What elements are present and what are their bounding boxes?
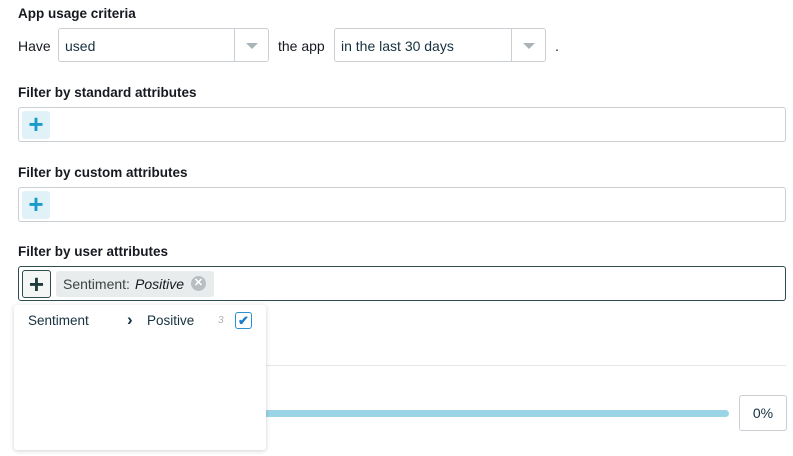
- standard-attributes-title: Filter by standard attributes: [18, 85, 197, 100]
- value-checkbox[interactable]: ✔: [235, 312, 252, 329]
- action-select[interactable]: used: [58, 28, 269, 62]
- standard-attributes-field[interactable]: +: [18, 107, 786, 142]
- period-end: .: [555, 38, 559, 54]
- attribute-value: Positive: [147, 313, 195, 328]
- add-custom-attribute-button[interactable]: +: [22, 191, 50, 219]
- slider-track[interactable]: [200, 410, 729, 417]
- attribute-dropdown: Sentiment › Positive 3 ✔: [14, 305, 266, 450]
- percent-input[interactable]: 0%: [739, 395, 787, 431]
- chip-key: Sentiment:: [63, 276, 130, 292]
- dropdown-row[interactable]: Sentiment › Positive 3 ✔: [14, 309, 266, 333]
- custom-attributes-field[interactable]: +: [18, 187, 786, 222]
- value-count: 3: [218, 315, 224, 326]
- custom-attributes-title: Filter by custom attributes: [18, 165, 188, 180]
- action-select-value: used: [65, 38, 96, 54]
- add-user-attribute-button[interactable]: +: [22, 270, 51, 298]
- period-select-value: in the last 30 days: [341, 38, 454, 54]
- user-attributes-title: Filter by user attributes: [18, 244, 169, 259]
- chevron-right-icon: ›: [127, 310, 133, 329]
- chevron-down-icon: [523, 43, 535, 49]
- app-usage-title: App usage criteria: [18, 6, 136, 21]
- chevron-down-icon: [246, 43, 258, 49]
- remove-chip-icon[interactable]: ✕: [191, 276, 206, 291]
- user-attributes-field[interactable]: + Sentiment: Positive ✕: [18, 266, 786, 301]
- select-divider: [234, 29, 235, 61]
- section-divider: [266, 365, 786, 366]
- have-label: Have: [18, 38, 51, 54]
- add-standard-attribute-button[interactable]: +: [22, 111, 50, 139]
- period-select[interactable]: in the last 30 days: [334, 28, 546, 62]
- chip-value: Positive: [135, 276, 185, 292]
- select-divider: [511, 29, 512, 61]
- filter-chip: Sentiment: Positive ✕: [56, 271, 214, 297]
- the-app-label: the app: [278, 38, 325, 54]
- attribute-name: Sentiment: [28, 313, 89, 328]
